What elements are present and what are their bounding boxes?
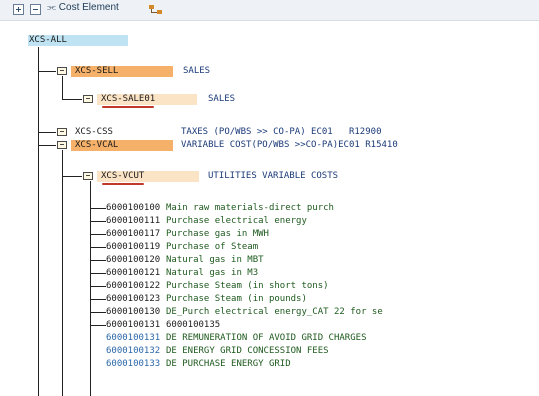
connector bbox=[38, 71, 56, 72]
cost-element-id: 6000100117 bbox=[106, 229, 161, 239]
folder-icon[interactable] bbox=[57, 128, 67, 136]
group-desc: VARIABLE COST(PO/WBS >>CO-PA)EC01 R15410 bbox=[181, 140, 398, 150]
collapse-all-icon[interactable] bbox=[30, 4, 41, 15]
list-item[interactable]: 6000100117 Purchase gas in MWH bbox=[90, 229, 530, 241]
cost-element-name: Purchase electrical energy bbox=[166, 216, 307, 226]
cost-element-name: Natural gas in MBT bbox=[166, 255, 264, 265]
list-item[interactable]: 6000100120 Natural gas in MBT bbox=[90, 255, 530, 267]
list-item[interactable]: 6000100111 Purchase electrical energy bbox=[90, 216, 530, 228]
toolbar: ⫘ Cost Element bbox=[0, 0, 539, 21]
cost-element-name: Purchase of Steam bbox=[166, 242, 259, 252]
list-item[interactable]: 6000100133 DE PURCHASE ENERGY GRID bbox=[90, 359, 530, 371]
group-node-XCS-SALE01[interactable]: XCS-SALE01 bbox=[98, 94, 155, 105]
cost-element-id: 6000100133 bbox=[106, 359, 161, 369]
cost-element-id: 6000100131 bbox=[106, 320, 161, 330]
cost-element-name: Main raw materials-direct purch bbox=[166, 203, 334, 213]
list-item[interactable]: 6000100119 Purchase of Steam bbox=[90, 242, 530, 254]
cost-element-id: 6000100121 bbox=[106, 268, 161, 278]
connector bbox=[62, 76, 63, 99]
cost-element-id: 6000100132 bbox=[106, 346, 161, 356]
cost-element-id: 6000100131 bbox=[106, 333, 161, 343]
cost-element-name: DE ENERGY GRID CONCESSION FEES bbox=[166, 346, 329, 356]
cost-element-name: Purchase gas in MWH bbox=[166, 229, 269, 239]
group-node-XCS-CSS[interactable]: XCS-CSS bbox=[72, 127, 113, 138]
cost-element-name: Natural gas in M3 bbox=[166, 268, 259, 278]
list-item[interactable]: 6000100130 DE_Purch electrical energy_CA… bbox=[90, 307, 530, 319]
group-desc: UTILITIES VARIABLE COSTS bbox=[208, 171, 339, 181]
hierarchy-structure-icon[interactable] bbox=[149, 4, 163, 16]
folder-icon[interactable] bbox=[83, 172, 93, 180]
folder-icon[interactable] bbox=[57, 67, 67, 75]
spellcheck-underline bbox=[102, 106, 154, 108]
cost-element-id: 6000100123 bbox=[106, 294, 161, 304]
cost-element-name: DE PURCHASE ENERGY GRID bbox=[166, 359, 291, 369]
cost-element-id: 6000100122 bbox=[106, 281, 161, 291]
folder-icon[interactable] bbox=[57, 141, 67, 149]
tree-trunk-line bbox=[38, 47, 39, 396]
list-item[interactable]: 6000100123 Purchase Steam (in pounds) bbox=[90, 294, 530, 306]
cost-element-icon: ⫘ bbox=[47, 2, 56, 13]
group-desc: SALES bbox=[208, 94, 236, 104]
connector bbox=[62, 99, 82, 100]
cost-element-name: 6000100135 bbox=[166, 320, 221, 330]
folder-icon[interactable] bbox=[83, 95, 93, 103]
cost-element-id: 6000100130 bbox=[106, 307, 161, 317]
cost-element-name: Purchase Steam (in pounds) bbox=[166, 294, 307, 304]
expand-all-icon[interactable] bbox=[13, 4, 24, 15]
connector bbox=[62, 150, 63, 396]
group-desc: SALES bbox=[183, 66, 211, 76]
list-item[interactable]: 6000100100 Main raw materials-direct pur… bbox=[90, 203, 530, 215]
cost-element-id: 6000100111 bbox=[106, 216, 161, 226]
cost-element-name: Purchase Steam (in short tons) bbox=[166, 281, 329, 291]
list-item[interactable]: 6000100122 Purchase Steam (in short tons… bbox=[90, 281, 530, 293]
cost-element-id: 6000100100 bbox=[106, 203, 161, 213]
cost-element-name: DE_Purch electrical energy_CAT 22 for se bbox=[166, 307, 383, 317]
connector bbox=[38, 132, 56, 133]
group-desc: TAXES (PO/WBS >> CO-PA) EC01 R12900 bbox=[181, 127, 382, 137]
connector bbox=[62, 176, 82, 177]
cost-element-button[interactable]: ⫘ Cost Element bbox=[47, 2, 137, 15]
root-node-XCS-ALL[interactable]: XCS-ALL bbox=[26, 35, 67, 46]
group-node-XCS-SELL[interactable]: XCS-SELL bbox=[72, 66, 118, 77]
group-node-XCS-VCUT[interactable]: XCS-VCUT bbox=[98, 171, 144, 182]
connector bbox=[38, 145, 56, 146]
group-node-XCS-VCAL[interactable]: XCS-VCAL bbox=[72, 140, 118, 151]
cost-element-id: 6000100119 bbox=[106, 242, 161, 252]
cost-element-id: 6000100120 bbox=[106, 255, 161, 265]
spellcheck-underline bbox=[102, 183, 144, 185]
list-item[interactable]: 6000100131 DE REMUNERATION OF AVOID GRID… bbox=[90, 333, 530, 345]
cost-element-label: Cost Element bbox=[58, 2, 119, 13]
list-item[interactable]: 6000100132 DE ENERGY GRID CONCESSION FEE… bbox=[90, 346, 530, 358]
list-item[interactable]: 6000100121 Natural gas in M3 bbox=[90, 268, 530, 280]
cost-element-name: DE REMUNERATION OF AVOID GRID CHARGES bbox=[166, 333, 367, 343]
list-item[interactable]: 6000100131 6000100135 bbox=[90, 320, 530, 332]
